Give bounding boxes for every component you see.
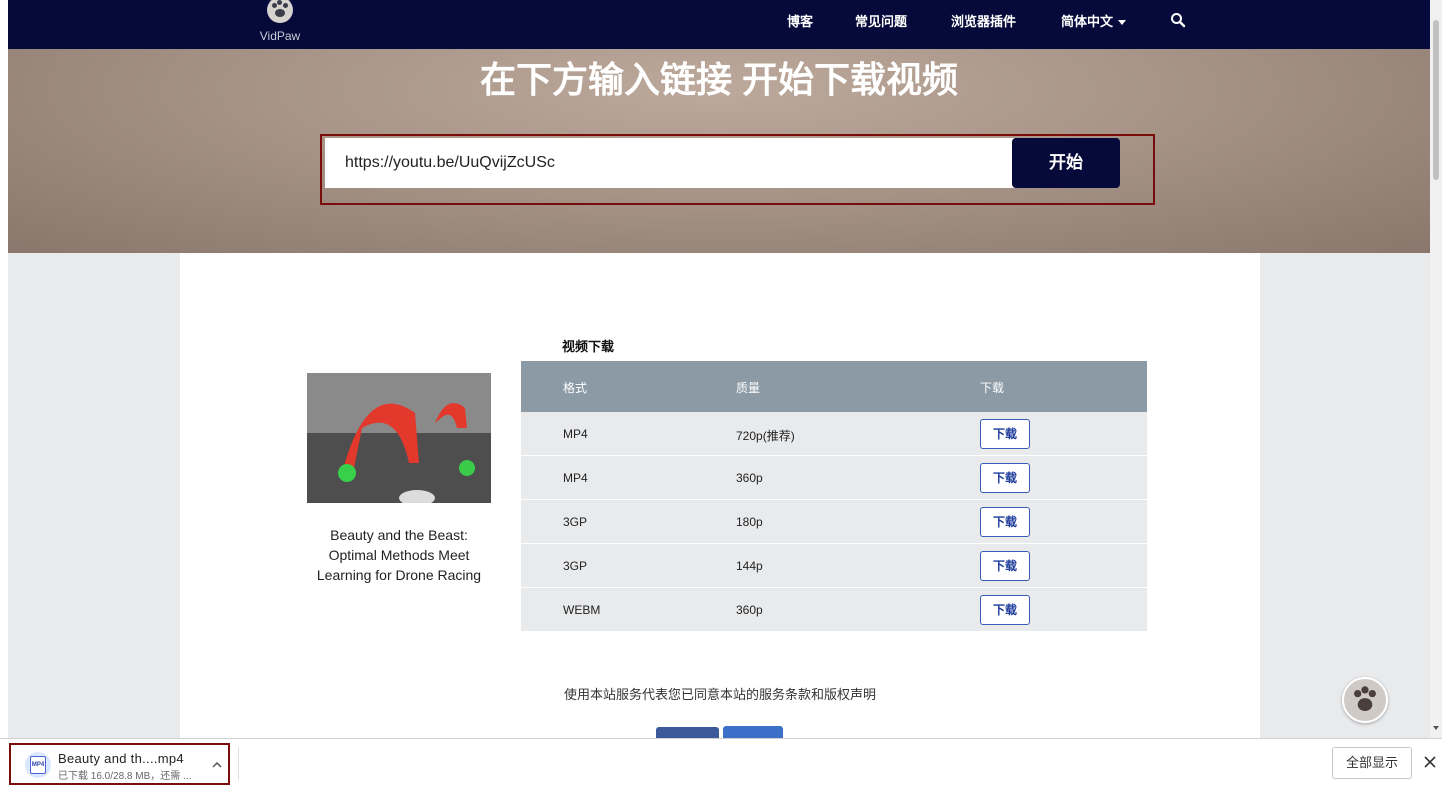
vidpaw-logo[interactable]: VidPaw	[256, 0, 304, 46]
row-quality: 360p	[736, 471, 763, 485]
download-button[interactable]: 下载	[980, 595, 1030, 625]
row-quality: 720p(推荐)	[736, 429, 795, 443]
video-title: Beauty and the Beast: Optimal Methods Me…	[316, 527, 482, 583]
url-search-box: https://youtu.be/UuQvijZcUSc 开始	[320, 134, 1155, 205]
terms-notice: 使用本站服务代表您已同意本站的服务条款和版权声明	[563, 687, 876, 702]
row-format: MP4	[563, 471, 588, 485]
nav-language-dropdown[interactable]: 简体中文	[1061, 11, 1127, 30]
hero-title: 在下方输入链接 开始下载视频	[479, 59, 958, 100]
nav-faq[interactable]: 常见问题	[855, 11, 907, 30]
row-format: WEBM	[563, 603, 601, 617]
row-quality: 180p	[736, 515, 763, 529]
browser-download-bar: MP4 Beauty and th....mp4 已下载 16.0/28.8 M…	[0, 738, 1442, 787]
divider	[238, 747, 239, 780]
row-format: 3GP	[563, 515, 588, 529]
header-download: 下载	[980, 381, 1005, 395]
main-content: Beauty and the Beast: Optimal Methods Me…	[180, 253, 1260, 787]
mp4-file-icon: MP4	[25, 752, 51, 778]
search-icon[interactable]	[1170, 12, 1186, 28]
download-item[interactable]: MP4 Beauty and th....mp4 已下载 16.0/28.8 M…	[9, 743, 230, 785]
page-scrollbar[interactable]	[1430, 0, 1442, 738]
mp4-file-icon-label: MP4	[30, 756, 46, 774]
caret-down-icon	[1118, 20, 1127, 26]
download-button[interactable]: 下载	[980, 507, 1030, 537]
nav-blog[interactable]: 博客	[787, 11, 813, 30]
top-navbar: VidPaw 博客 常见问题 浏览器插件 简体中文	[8, 0, 1430, 49]
row-format: 3GP	[563, 559, 588, 573]
row-quality: 144p	[736, 559, 763, 573]
chevron-up-icon[interactable]	[209, 757, 225, 773]
video-thumbnail[interactable]	[307, 373, 491, 503]
nav-browser-plugin[interactable]: 浏览器插件	[951, 11, 1016, 30]
close-icon[interactable]	[1421, 753, 1439, 771]
table-row: MP4 720p(推荐) 下载	[521, 412, 1147, 456]
download-button[interactable]: 下载	[980, 463, 1030, 493]
floating-paw-button[interactable]	[1342, 677, 1388, 723]
table-row: 3GP 144p 下载	[521, 544, 1147, 588]
table-header: 格式 质量 下载	[521, 361, 1147, 412]
download-button[interactable]: 下载	[980, 419, 1030, 449]
language-label: 简体中文	[1061, 14, 1114, 29]
start-button[interactable]: 开始	[1012, 138, 1120, 188]
logo-text: VidPaw	[259, 29, 301, 43]
section-title: 视频下载	[562, 339, 615, 354]
download-table: 格式 质量 下载 MP4 720p(推荐) 下载 MP4 360p 下载 3GP…	[521, 361, 1147, 632]
download-file-name: Beauty and th....mp4	[58, 751, 184, 766]
scrollbar-thumb[interactable]	[1433, 20, 1439, 180]
show-all-button[interactable]: 全部显示	[1332, 747, 1412, 779]
table-row: MP4 360p 下载	[521, 456, 1147, 500]
hero-banner: 在下方输入链接 开始下载视频 https://youtu.be/UuQvijZc…	[8, 49, 1430, 253]
url-input[interactable]: https://youtu.be/UuQvijZcUSc	[325, 138, 1015, 188]
header-format: 格式	[563, 381, 588, 395]
paw-icon	[267, 0, 293, 23]
table-row: 3GP 180p 下载	[521, 500, 1147, 544]
window-left-edge	[0, 0, 8, 787]
table-row: WEBM 360p 下载	[521, 588, 1147, 632]
header-quality: 质量	[736, 381, 761, 395]
row-format: MP4	[563, 427, 588, 441]
scroll-down-arrow-icon[interactable]	[1433, 726, 1439, 730]
download-button[interactable]: 下载	[980, 551, 1030, 581]
row-quality: 360p	[736, 603, 763, 617]
download-status: 已下载 16.0/28.8 MB，还需 ...	[58, 771, 192, 782]
